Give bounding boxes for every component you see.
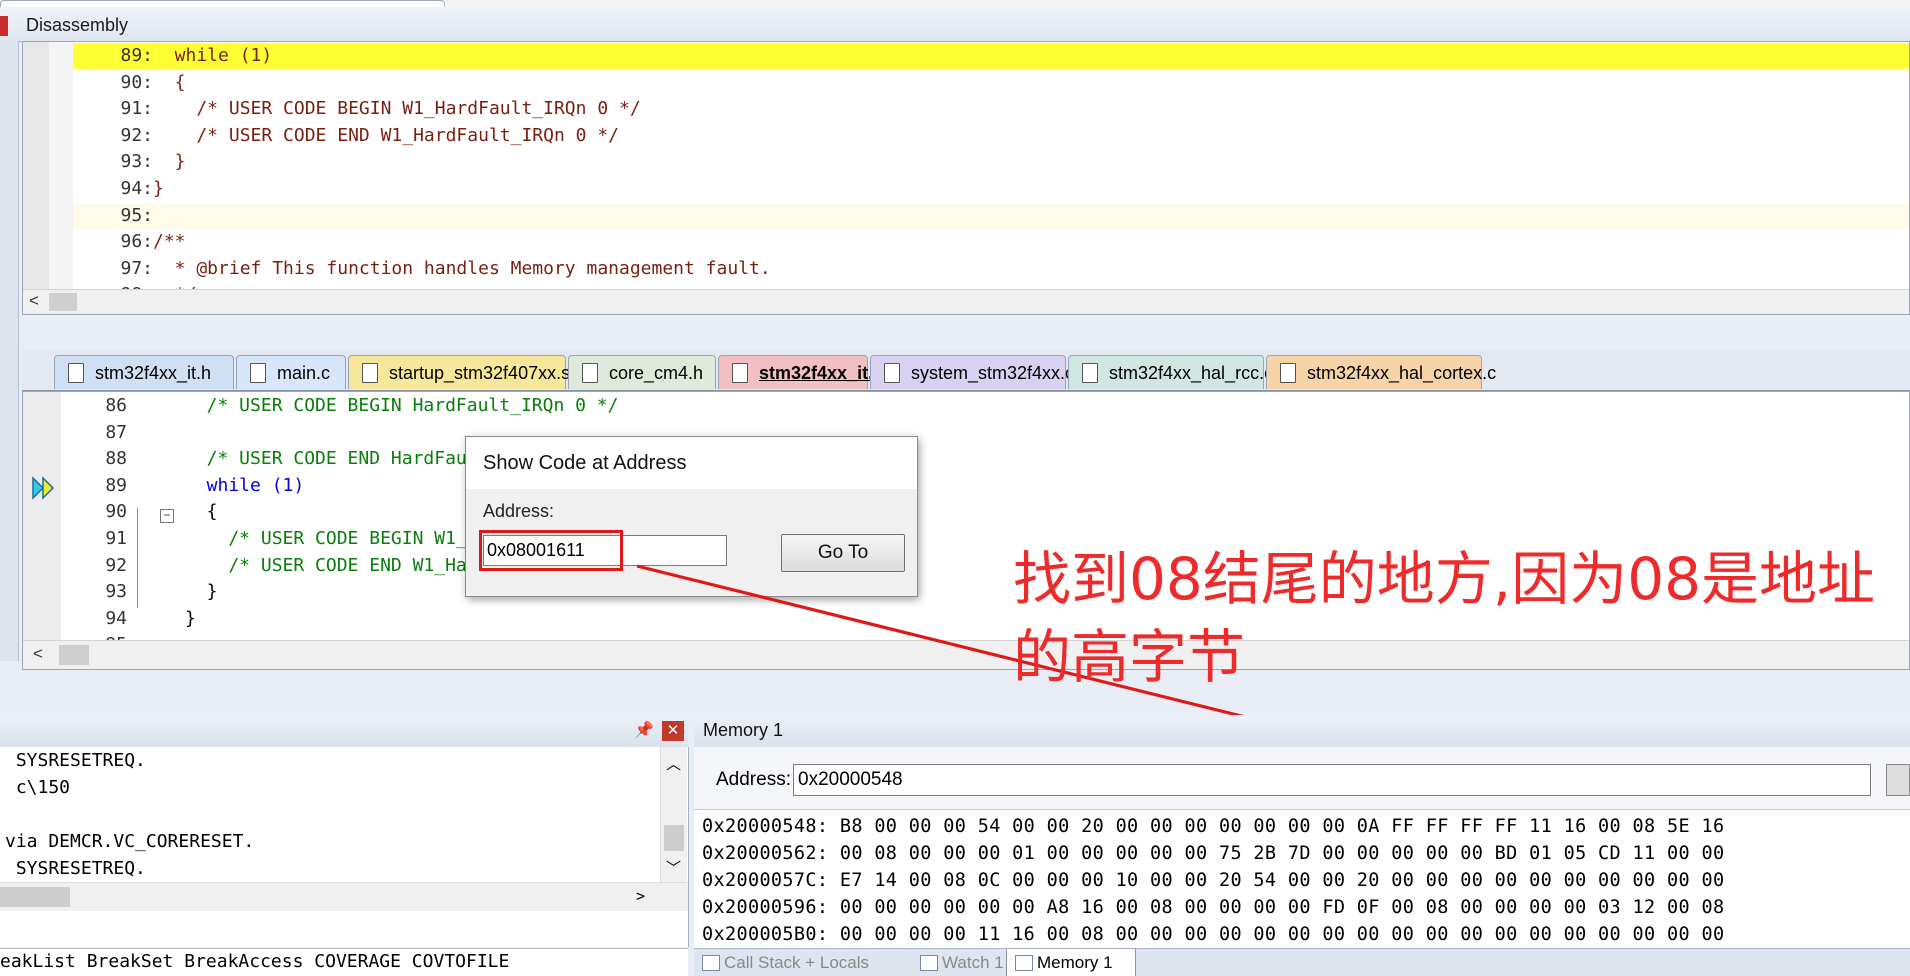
command-title-bar: 📌 ✕	[0, 715, 688, 748]
debug-tabs: Call Stack + Locals Watch 1 Memory 1	[694, 948, 1910, 976]
memory-title-bar: Memory 1	[694, 715, 1910, 748]
tab-label: Call Stack + Locals	[724, 953, 870, 972]
command-output[interactable]: SYSRESETREQ. c\150 via DEMCR.VC_CORERESET…	[0, 747, 689, 947]
window-icon	[920, 955, 938, 971]
memory-title: Memory 1	[703, 720, 784, 740]
tab-label: Watch 1	[942, 953, 1004, 972]
scroll-down-arrow[interactable]: ﹀	[666, 857, 681, 878]
scroll-up-arrow[interactable]: ︿	[666, 753, 681, 774]
scroll-thumb[interactable]	[664, 825, 684, 851]
command-hscrollbar[interactable]: >	[0, 882, 688, 911]
memory-row[interactable]: 0x20000548: B8 00 00 00 54 00 00 20 00 0…	[702, 813, 1724, 840]
close-icon[interactable]: ✕	[662, 721, 684, 741]
memory-address-bar: Address: 0x20000548	[694, 747, 1910, 809]
scroll-thumb[interactable]	[0, 887, 70, 907]
command-output-line: SYSRESETREQ.	[5, 858, 146, 879]
command-output-line: c\150	[5, 777, 71, 798]
window-icon	[702, 955, 720, 971]
command-output-line: SYSRESETREQ.	[5, 750, 146, 771]
memory-address-label: Address:	[716, 769, 791, 790]
memory-row[interactable]: 0x2000057C: E7 14 00 08 0C 00 00 00 10 0…	[702, 867, 1724, 894]
memory-row[interactable]: 0x20000596: 00 00 00 00 00 00 A8 16 00 0…	[702, 894, 1724, 921]
memory-lock-button[interactable]	[1886, 764, 1910, 796]
command-hint: eakList BreakSet BreakAccess COVERAGE CO…	[0, 951, 510, 972]
command-input-line[interactable]: eakList BreakSet BreakAccess COVERAGE CO…	[0, 948, 688, 976]
annotation-text: 找到08结尾的地方,因为08是地址的高字节	[1013, 545, 1876, 691]
pin-icon[interactable]: 📌	[634, 720, 654, 740]
memory-row[interactable]: 0x200005B0: 00 00 00 00 11 16 00 08 00 0…	[702, 921, 1724, 948]
command-vscrollbar[interactable]: ︿ ﹀	[660, 747, 687, 882]
memory-address-input[interactable]: 0x20000548	[793, 764, 1871, 796]
memory-row[interactable]: 0x20000562: 00 08 00 00 00 01 00 00 00 0…	[702, 840, 1724, 867]
scroll-right-arrow[interactable]: >	[636, 887, 645, 905]
tab-label: Memory 1	[1037, 953, 1113, 972]
window-icon	[1015, 955, 1033, 971]
memory-dump[interactable]: 0x20000548: B8 00 00 00 54 00 00 20 00 0…	[694, 809, 1910, 948]
tab-memory-1[interactable]: Memory 1	[1006, 949, 1136, 976]
tab-call-stack-locals[interactable]: Call Stack + Locals	[694, 949, 908, 976]
command-output-line: via DEMCR.VC_CORERESET.	[5, 831, 255, 852]
tab-watch-1[interactable]: Watch 1	[912, 949, 1004, 976]
